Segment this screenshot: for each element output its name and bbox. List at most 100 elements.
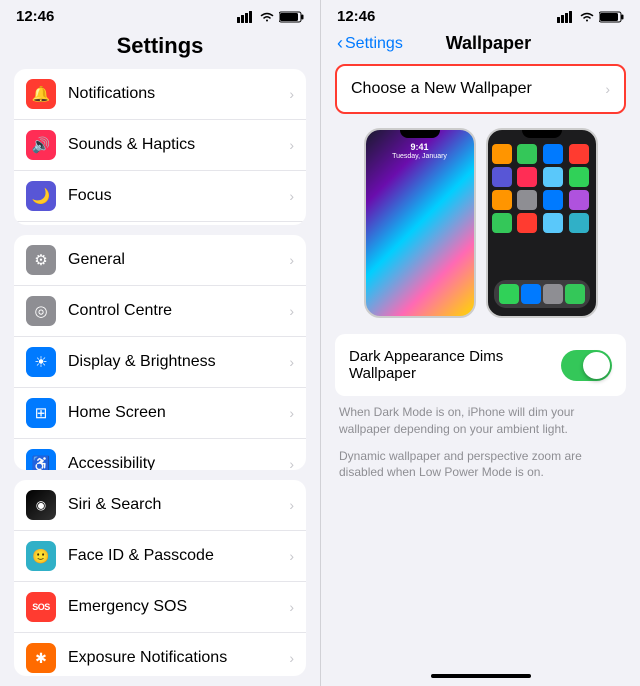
home-notch bbox=[522, 130, 562, 138]
dock-icon bbox=[543, 284, 563, 304]
sidebar-item-sounds[interactable]: 🔊 Sounds & Haptics bbox=[14, 120, 306, 171]
app-icon bbox=[517, 213, 537, 233]
control-label: Control Centre bbox=[68, 302, 289, 320]
wallpaper-page-title: Wallpaper bbox=[446, 33, 581, 54]
lock-time: 9:41 bbox=[410, 142, 428, 152]
app-icon bbox=[569, 167, 589, 187]
right-status-icons bbox=[557, 11, 624, 23]
home-grid bbox=[488, 140, 596, 233]
app-icon bbox=[517, 167, 537, 187]
sounds-icon: 🔊 bbox=[26, 130, 56, 160]
sidebar-item-homescreen[interactable]: ⊞ Home Screen bbox=[14, 388, 306, 439]
accessibility-label: Accessibility bbox=[68, 455, 289, 470]
right-time: 12:46 bbox=[337, 8, 375, 25]
sidebar-item-notifications[interactable]: 🔔 Notifications bbox=[14, 69, 306, 120]
sos-chevron bbox=[289, 599, 294, 615]
choose-wallpaper-chevron bbox=[605, 81, 610, 97]
home-screen-overlay bbox=[488, 130, 596, 316]
settings-group-3: ◉ Siri & Search 🙂 Face ID & Passcode SOS… bbox=[14, 480, 306, 676]
faceid-label: Face ID & Passcode bbox=[68, 547, 289, 565]
accessibility-chevron bbox=[289, 456, 294, 470]
sidebar-item-focus[interactable]: 🌙 Focus bbox=[14, 171, 306, 222]
sidebar-item-sos[interactable]: SOS Emergency SOS bbox=[14, 582, 306, 633]
app-icon bbox=[517, 144, 537, 164]
home-row-1 bbox=[492, 144, 592, 164]
display-label: Display & Brightness bbox=[68, 353, 289, 371]
notifications-icon: 🔔 bbox=[26, 79, 56, 109]
home-row-3 bbox=[492, 190, 592, 210]
sidebar-item-general[interactable]: ⚙ General bbox=[14, 235, 306, 286]
dock-icon bbox=[565, 284, 585, 304]
control-chevron bbox=[289, 303, 294, 319]
settings-title: Settings bbox=[0, 29, 320, 69]
battery-icon bbox=[279, 11, 304, 23]
dock-icon bbox=[521, 284, 541, 304]
app-icon bbox=[492, 190, 512, 210]
display-chevron bbox=[289, 354, 294, 370]
choose-wallpaper-button[interactable]: Choose a New Wallpaper bbox=[335, 64, 626, 114]
back-label: Settings bbox=[345, 35, 403, 53]
helper-text-1: When Dark Mode is on, iPhone will dim yo… bbox=[335, 404, 626, 438]
siri-chevron bbox=[289, 497, 294, 513]
siri-icon: ◉ bbox=[26, 490, 56, 520]
general-icon: ⚙ bbox=[26, 245, 56, 275]
control-icon: ◎ bbox=[26, 296, 56, 326]
right-battery-icon bbox=[599, 11, 624, 23]
lock-date: Tuesday, January bbox=[392, 153, 447, 160]
display-icon: ☀ bbox=[26, 347, 56, 377]
right-signal-icon bbox=[557, 11, 575, 23]
home-screen-preview bbox=[486, 128, 598, 318]
app-icon bbox=[543, 213, 563, 233]
helper-text-2: Dynamic wallpaper and perspective zoom a… bbox=[335, 448, 626, 482]
dark-appearance-label: Dark Appearance Dims Wallpaper bbox=[349, 348, 561, 382]
homescreen-label: Home Screen bbox=[68, 404, 289, 422]
faceid-icon: 🙂 bbox=[26, 541, 56, 571]
lock-notch bbox=[400, 130, 440, 138]
home-indicator bbox=[431, 674, 531, 678]
back-button[interactable]: ‹ Settings bbox=[337, 33, 403, 54]
exposure-icon: ✱ bbox=[26, 643, 56, 673]
app-icon bbox=[492, 167, 512, 187]
dock-icon bbox=[499, 284, 519, 304]
lock-screen-overlay: 9:41 Tuesday, January bbox=[366, 130, 474, 316]
left-status-icons bbox=[237, 11, 304, 23]
settings-group-1: 🔔 Notifications 🔊 Sounds & Haptics 🌙 Foc… bbox=[14, 69, 306, 225]
sidebar-item-accessibility[interactable]: ♿ Accessibility bbox=[14, 439, 306, 470]
focus-icon: 🌙 bbox=[26, 181, 56, 211]
faceid-chevron bbox=[289, 548, 294, 564]
accessibility-icon: ♿ bbox=[26, 449, 56, 470]
back-chevron-icon: ‹ bbox=[337, 33, 343, 54]
settings-panel: 12:46 Settings 🔔 bbox=[0, 0, 320, 686]
focus-label: Focus bbox=[68, 187, 289, 205]
right-wifi-icon bbox=[579, 11, 595, 23]
signal-icon bbox=[237, 11, 255, 23]
dark-appearance-toggle[interactable] bbox=[561, 350, 612, 381]
siri-label: Siri & Search bbox=[68, 496, 289, 514]
exposure-label: Exposure Notifications bbox=[68, 649, 289, 667]
exposure-chevron bbox=[289, 650, 294, 666]
focus-chevron bbox=[289, 188, 294, 204]
app-icon bbox=[492, 213, 512, 233]
left-status-bar: 12:46 bbox=[0, 0, 320, 29]
sidebar-item-display[interactable]: ☀ Display & Brightness bbox=[14, 337, 306, 388]
app-icon bbox=[569, 190, 589, 210]
left-time: 12:46 bbox=[16, 8, 54, 25]
sidebar-item-siri[interactable]: ◉ Siri & Search bbox=[14, 480, 306, 531]
sidebar-item-exposure[interactable]: ✱ Exposure Notifications bbox=[14, 633, 306, 676]
sidebar-item-control[interactable]: ◎ Control Centre bbox=[14, 286, 306, 337]
wallpaper-panel: 12:46 ‹ Settings Wallpape bbox=[320, 0, 640, 686]
right-status-bar: 12:46 bbox=[321, 0, 640, 29]
sidebar-item-screentime[interactable]: ⏱ Screen Time bbox=[14, 222, 306, 225]
home-dock bbox=[494, 280, 590, 308]
notifications-chevron bbox=[289, 86, 294, 102]
dark-appearance-row: Dark Appearance Dims Wallpaper bbox=[335, 334, 626, 396]
toggle-knob bbox=[583, 352, 610, 379]
sidebar-item-faceid[interactable]: 🙂 Face ID & Passcode bbox=[14, 531, 306, 582]
notifications-label: Notifications bbox=[68, 85, 289, 103]
app-icon bbox=[543, 190, 563, 210]
sos-icon: SOS bbox=[26, 592, 56, 622]
settings-group-2: ⚙ General ◎ Control Centre ☀ Display & B… bbox=[14, 235, 306, 470]
home-row-4 bbox=[492, 213, 592, 233]
general-chevron bbox=[289, 252, 294, 268]
app-icon bbox=[569, 144, 589, 164]
